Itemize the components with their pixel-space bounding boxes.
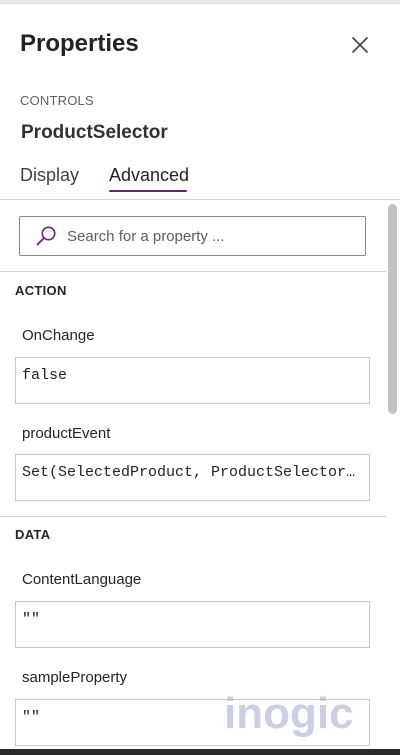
close-button[interactable] xyxy=(346,31,374,59)
active-tab-indicator xyxy=(109,190,187,192)
group-divider xyxy=(0,271,386,272)
property-field-productevent[interactable]: Set(SelectedProduct, ProductSelector.pro… xyxy=(15,454,370,501)
property-label-onchange: OnChange xyxy=(22,327,95,344)
property-label-contentlanguage: ContentLanguage xyxy=(22,571,142,588)
property-label-sampleproperty: sampleProperty xyxy=(22,669,128,686)
window-bottom-strip xyxy=(0,749,400,755)
tab-display[interactable]: Display xyxy=(20,165,79,186)
group-divider xyxy=(0,516,386,517)
control-name: ProductSelector xyxy=(21,122,168,143)
section-label: CONTROLS xyxy=(20,93,94,108)
tab-advanced[interactable]: Advanced xyxy=(109,165,189,186)
property-field-sampleproperty[interactable]: "" xyxy=(15,699,370,746)
properties-header: Properties CONTROLS ProductSelector Disp… xyxy=(0,0,400,200)
panel-title: Properties xyxy=(20,30,139,57)
property-field-onchange[interactable]: false xyxy=(15,357,370,404)
property-field-contentlanguage[interactable]: "" xyxy=(15,601,370,648)
scrollbar-thumb[interactable] xyxy=(388,204,397,414)
search-input[interactable] xyxy=(67,227,337,245)
search-icon xyxy=(36,226,56,246)
property-label-productevent: productEvent xyxy=(22,425,111,442)
search-box[interactable] xyxy=(19,216,366,256)
group-title-action: ACTION xyxy=(15,283,67,298)
close-icon xyxy=(351,36,369,54)
group-title-data: DATA xyxy=(15,527,51,542)
properties-scroll-area: ACTION OnChange false productEvent Set(S… xyxy=(0,200,386,755)
